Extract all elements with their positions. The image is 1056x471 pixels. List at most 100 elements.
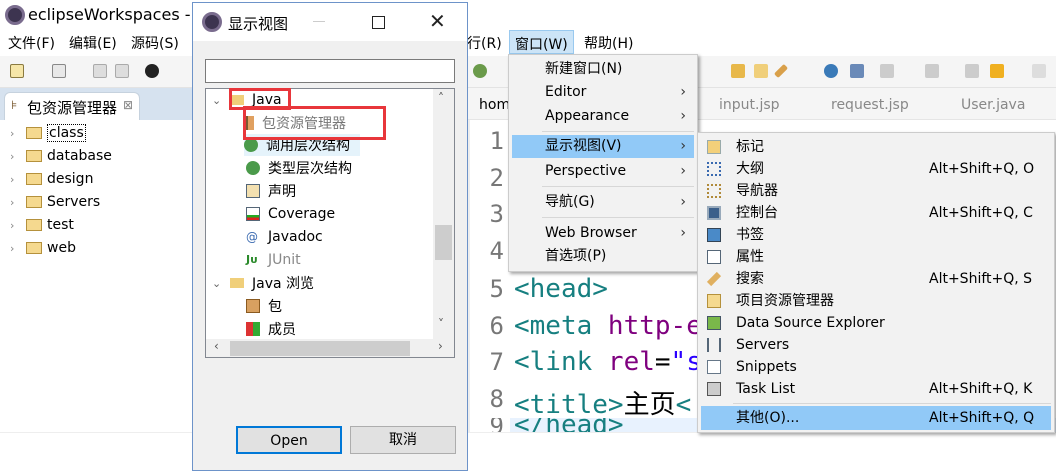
tree-item-coverage[interactable]: Coverage xyxy=(246,203,335,225)
tree-category-java-browsing[interactable]: ⌄ Java 浏览 xyxy=(212,272,314,294)
tree-item-junit[interactable]: Jᴜ JUnit xyxy=(246,249,301,271)
tree-item-design[interactable]: › design xyxy=(10,168,93,190)
menu-item-editor[interactable]: Editor › xyxy=(512,81,694,104)
chevron-right-icon: › xyxy=(680,163,686,179)
horizontal-scrollbar[interactable]: ‹ › xyxy=(206,339,454,357)
view-navigator[interactable]: 导航器 xyxy=(701,180,1051,202)
close-icon[interactable]: ⊠ xyxy=(123,98,133,112)
code-line[interactable]: <link rel="s xyxy=(514,347,702,377)
menu-item-appearance[interactable]: Appearance › xyxy=(512,105,694,128)
menu-item-preferences[interactable]: 首选项(P) xyxy=(512,245,694,268)
chevron-right-icon[interactable]: › xyxy=(10,219,26,232)
scrollbar-thumb[interactable] xyxy=(435,225,452,260)
view-snippets[interactable]: Snippets xyxy=(701,356,1051,378)
tree-item-web[interactable]: › web xyxy=(10,237,76,259)
last-edit-icon[interactable] xyxy=(965,64,979,78)
profile-icon[interactable] xyxy=(145,64,159,78)
forward-icon[interactable] xyxy=(1032,64,1046,78)
tree-item-type-hierarchy[interactable]: 类型层次结构 xyxy=(246,157,352,179)
code-line[interactable]: <head> xyxy=(514,274,608,304)
menu-item-navigate[interactable]: 导航(G) › xyxy=(512,191,694,214)
open-folder-icon[interactable] xyxy=(731,64,745,78)
globe-icon[interactable] xyxy=(824,64,838,78)
menu-run[interactable]: 行(R) xyxy=(467,33,502,53)
tab-user-java[interactable]: User.java xyxy=(961,97,1025,113)
view-data-source-explorer[interactable]: Data Source Explorer xyxy=(701,312,1051,334)
chevron-down-icon[interactable]: ⌄ xyxy=(212,277,230,290)
scrollbar-thumb[interactable] xyxy=(230,341,410,356)
view-markers[interactable]: 标记 xyxy=(701,136,1051,158)
save-all-icon[interactable] xyxy=(115,64,129,78)
next-annotation-icon[interactable] xyxy=(880,64,894,78)
item-label: 标记 xyxy=(736,139,764,155)
view-properties[interactable]: 属性 xyxy=(701,246,1051,268)
run-icon[interactable] xyxy=(850,64,864,78)
code-token: < xyxy=(675,390,692,420)
code-line[interactable]: <title>主页< xyxy=(514,384,691,421)
outline-icon xyxy=(707,162,721,176)
chevron-right-icon[interactable]: › xyxy=(10,242,26,255)
menu-window[interactable]: 窗口(W) xyxy=(509,30,574,54)
view-outline[interactable]: 大纲 Alt+Shift+Q, O xyxy=(701,158,1051,180)
vertical-scrollbar[interactable]: ˄ ˅ xyxy=(433,89,454,339)
tree-item-test[interactable]: › test xyxy=(10,214,74,236)
tab-request-jsp[interactable]: request.jsp xyxy=(831,97,909,113)
tree-item-packages[interactable]: 包 xyxy=(246,295,282,317)
view-search[interactable]: 搜索 Alt+Shift+Q, S xyxy=(701,268,1051,290)
annotation-highlight-package-explorer xyxy=(243,106,386,140)
chevron-right-icon[interactable]: › xyxy=(10,173,26,186)
chevron-right-icon[interactable]: › xyxy=(10,196,26,209)
tree-item-javadoc[interactable]: @ Javadoc xyxy=(246,226,323,248)
title-bar: eclipseWorkspaces - d xyxy=(0,0,1056,30)
view-task-list[interactable]: Task List Alt+Shift+Q, K xyxy=(701,378,1051,400)
tab-home[interactable]: hom xyxy=(479,97,510,113)
scroll-right-icon[interactable]: › xyxy=(438,339,443,353)
close-icon[interactable]: ✕ xyxy=(429,9,446,33)
scroll-left-icon[interactable]: ‹ xyxy=(214,339,219,353)
chevron-right-icon[interactable]: › xyxy=(10,150,26,163)
scroll-down-icon[interactable]: ˅ xyxy=(438,317,444,331)
tab-input-jsp[interactable]: input.jsp xyxy=(719,97,780,113)
maximize-icon[interactable] xyxy=(372,16,385,29)
tab-package-explorer[interactable]: ⊧ 包资源管理器 ⊠ xyxy=(4,92,140,120)
tree-item-class[interactable]: › class xyxy=(10,122,86,144)
search-icon[interactable] xyxy=(773,63,789,79)
data-source-icon xyxy=(707,316,721,330)
scroll-up-icon[interactable]: ˄ xyxy=(438,91,444,105)
tree-item-servers[interactable]: › Servers xyxy=(10,191,100,213)
menu-file[interactable]: 文件(F) xyxy=(8,33,55,53)
code-token: <link xyxy=(514,347,608,377)
tree-item-declaration[interactable]: 声明 xyxy=(246,180,296,202)
back-icon[interactable] xyxy=(990,64,1004,78)
menu-item-web-browser[interactable]: Web Browser › xyxy=(512,222,694,245)
menu-item-perspective[interactable]: Perspective › xyxy=(512,160,694,183)
view-other[interactable]: 其他(O)... Alt+Shift+Q, Q xyxy=(701,406,1051,430)
menu-item-new-window[interactable]: 新建窗口(N) xyxy=(512,58,694,81)
view-console[interactable]: 控制台 Alt+Shift+Q, C xyxy=(701,202,1051,224)
code-line[interactable]: <meta http-e xyxy=(514,311,702,341)
open-button[interactable]: Open xyxy=(236,426,342,454)
tree-item-database[interactable]: › database xyxy=(10,145,112,167)
view-servers[interactable]: Servers xyxy=(701,334,1051,356)
debug-icon[interactable] xyxy=(473,64,487,78)
save-icon[interactable] xyxy=(93,64,107,78)
filter-input[interactable] xyxy=(205,59,455,83)
prev-annotation-icon[interactable] xyxy=(925,64,939,78)
chevron-down-icon[interactable]: ⌄ xyxy=(212,94,230,107)
view-bookmarks[interactable]: 书签 xyxy=(701,224,1051,246)
new-file-icon[interactable] xyxy=(52,64,66,78)
folder-icon[interactable] xyxy=(754,64,768,78)
menu-item-show-view[interactable]: 显示视图(V) › xyxy=(512,135,694,158)
line-number: 9 xyxy=(489,418,504,432)
chevron-right-icon: › xyxy=(680,225,686,241)
menu-help[interactable]: 帮助(H) xyxy=(584,33,633,53)
view-project-explorer[interactable]: 项目资源管理器 xyxy=(701,290,1051,312)
menu-edit[interactable]: 编辑(E) xyxy=(69,33,117,53)
new-icon[interactable] xyxy=(10,64,24,78)
properties-icon xyxy=(707,250,721,264)
item-shortcut: Alt+Shift+Q, O xyxy=(929,161,1035,177)
tree-item-members[interactable]: 成员 xyxy=(246,318,296,340)
chevron-right-icon[interactable]: › xyxy=(10,127,26,140)
menu-source[interactable]: 源码(S) xyxy=(131,33,179,53)
cancel-button[interactable]: 取消 xyxy=(350,426,456,454)
